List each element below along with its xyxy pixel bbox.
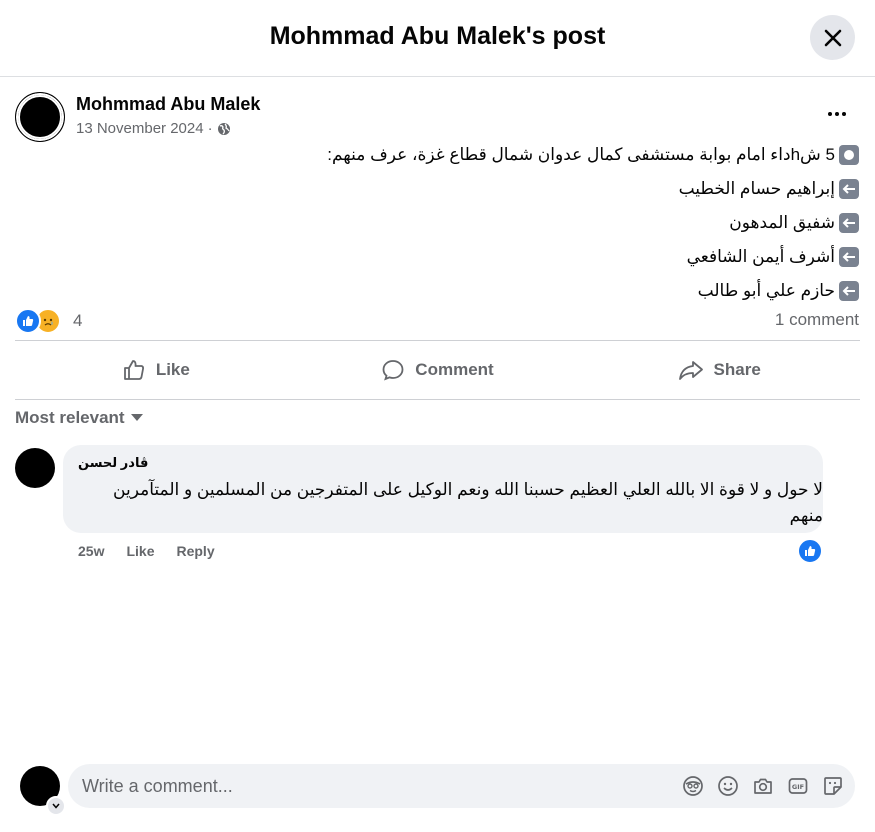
comment-count[interactable]: 1 comment bbox=[775, 310, 859, 330]
record-button-emoji-icon bbox=[839, 145, 859, 165]
comment-sort-dropdown[interactable]: Most relevant bbox=[15, 408, 143, 428]
post-line-text: حازم علي أبو طالب bbox=[697, 281, 835, 300]
share-button[interactable]: Share bbox=[578, 341, 860, 399]
comment-actions: 25w Like Reply bbox=[78, 543, 215, 559]
avatar-sticker-icon[interactable] bbox=[680, 774, 705, 799]
comment-composer: GIF bbox=[68, 764, 855, 808]
left-arrow-emoji-icon bbox=[839, 213, 859, 233]
share-icon bbox=[678, 361, 703, 380]
like-reaction-icon bbox=[15, 308, 41, 334]
comment-text: لا حول و لا قوة الا بالله العلي العظيم ح… bbox=[113, 480, 823, 525]
gif-icon[interactable]: GIF bbox=[785, 774, 810, 799]
globe-icon bbox=[217, 122, 230, 135]
close-button[interactable] bbox=[810, 15, 855, 60]
left-arrow-emoji-icon bbox=[839, 247, 859, 267]
dialog-header: Mohmmad Abu Malek's post bbox=[0, 0, 875, 77]
post-author-avatar[interactable] bbox=[15, 92, 65, 142]
comment-icon bbox=[382, 360, 404, 381]
emoji-icon[interactable] bbox=[715, 774, 740, 799]
post-date[interactable]: 13 November 2024 bbox=[76, 120, 204, 137]
commenter-name[interactable]: ڤادر لحسن bbox=[78, 455, 148, 471]
post-line-text: شفيق المدهون bbox=[729, 213, 835, 232]
more-icon bbox=[828, 112, 832, 116]
comment-like-button[interactable]: Like bbox=[126, 543, 154, 559]
commenter-avatar[interactable] bbox=[15, 448, 55, 488]
post-options-button[interactable] bbox=[822, 104, 852, 124]
sticker-icon[interactable] bbox=[820, 774, 845, 799]
reaction-count: 4 bbox=[73, 311, 83, 330]
sort-label: Most relevant bbox=[15, 408, 125, 427]
comment-like-reaction-icon[interactable] bbox=[797, 538, 823, 564]
profile-switcher-button[interactable] bbox=[46, 796, 66, 816]
more-icon-dot bbox=[835, 112, 839, 116]
share-label: Share bbox=[713, 360, 761, 379]
left-arrow-emoji-icon bbox=[839, 281, 859, 301]
post-line: حازم علي أبو طالب bbox=[159, 274, 859, 308]
chevron-down-icon bbox=[130, 414, 143, 421]
post-line: شفيق المدهون bbox=[159, 206, 859, 240]
composer-tools: GIF bbox=[680, 774, 855, 799]
dialog-title: Mohmmad Abu Malek's post bbox=[269, 22, 606, 50]
close-icon bbox=[824, 29, 841, 46]
comment-button[interactable]: Comment bbox=[297, 341, 579, 399]
left-arrow-emoji-icon bbox=[839, 179, 859, 199]
comment-input[interactable] bbox=[68, 774, 680, 798]
comment-time[interactable]: 25w bbox=[78, 543, 104, 559]
post-line-text: إبراهيم حسام الخطيب bbox=[678, 179, 835, 198]
post-line: 5 شhداء امام بوابة مستشفى كمال عدوان شما… bbox=[159, 138, 859, 172]
camera-icon[interactable] bbox=[750, 774, 775, 799]
meta-separator: · bbox=[207, 120, 213, 137]
more-icon-dot bbox=[842, 112, 846, 116]
like-label: Like bbox=[155, 360, 190, 379]
post-meta: 13 November 2024 · bbox=[76, 120, 231, 137]
post-author-name[interactable]: Mohmmad Abu Malek bbox=[76, 94, 260, 115]
like-button[interactable]: Like bbox=[15, 341, 297, 399]
post-line-text: أشرف أيمن الشافعي bbox=[686, 247, 835, 266]
post-line: إبراهيم حسام الخطيب bbox=[159, 172, 859, 206]
svg-text:GIF: GIF bbox=[791, 783, 803, 791]
post-line: أشرف أيمن الشافعي bbox=[159, 240, 859, 274]
reaction-summary[interactable]: 4 bbox=[15, 308, 82, 334]
comment-label: Comment bbox=[415, 360, 494, 379]
chevron-down-icon bbox=[52, 803, 60, 809]
post-actions-bar: Like Comment Share bbox=[15, 340, 860, 400]
comment-reply-button[interactable]: Reply bbox=[176, 543, 214, 559]
like-icon bbox=[123, 360, 144, 380]
post-body: 5 شhداء امام بوابة مستشفى كمال عدوان شما… bbox=[159, 138, 859, 308]
post-line-text: 5 شhداء امام بوابة مستشفى كمال عدوان شما… bbox=[327, 145, 835, 164]
